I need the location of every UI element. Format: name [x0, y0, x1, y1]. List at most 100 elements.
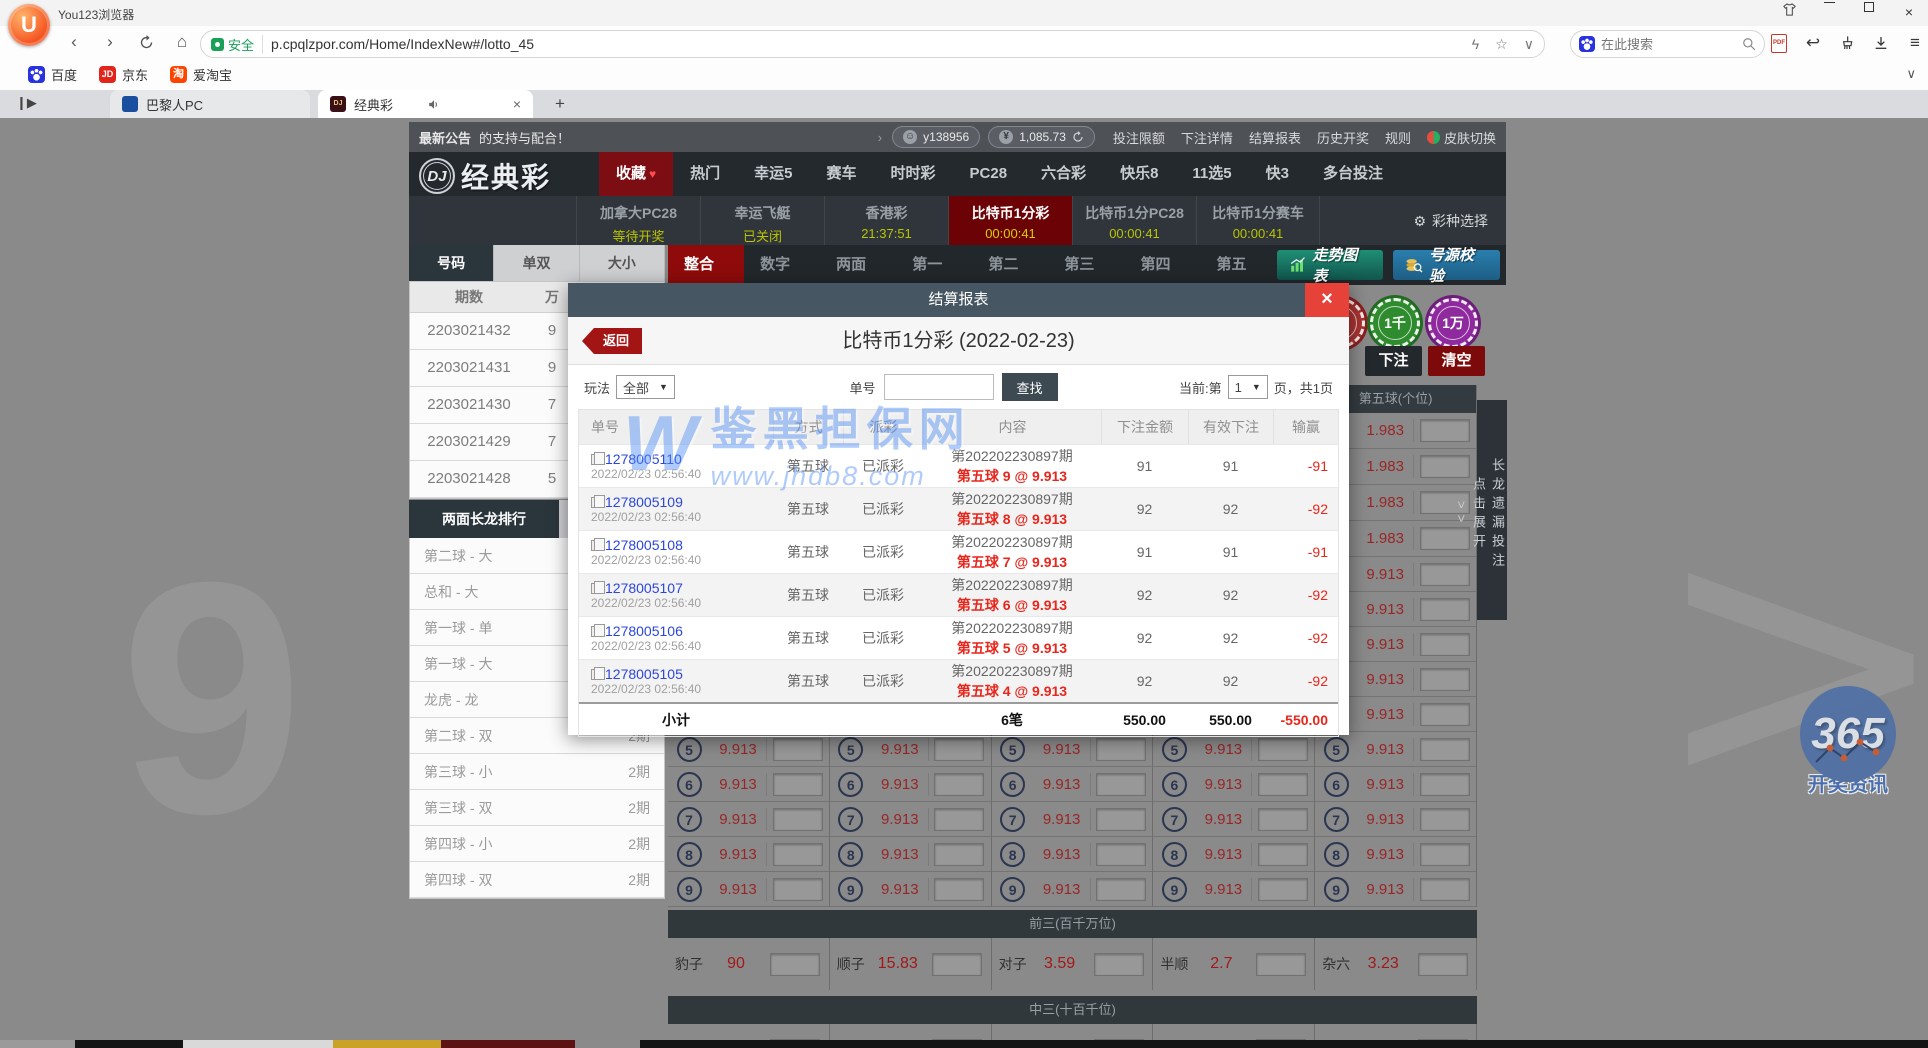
order-id-link[interactable]: 1278005105: [605, 666, 683, 682]
tab-dragon-rank[interactable]: 两面长龙排行: [409, 500, 559, 538]
trend-chart-button[interactable]: 走势图表: [1277, 250, 1384, 280]
odds-value[interactable]: 9.913: [1195, 776, 1251, 793]
tab-audio-icon[interactable]: [427, 98, 440, 111]
odds-value[interactable]: 3.23: [1357, 955, 1409, 973]
dragon-row[interactable]: 第四球 - 小2期: [410, 826, 664, 862]
order-id-link[interactable]: 1278005108: [605, 537, 683, 553]
odds-value[interactable]: 9.913: [872, 811, 928, 828]
sidebar-tab-3[interactable]: 大小: [580, 245, 665, 281]
board-tab-1[interactable]: 整合盘: [668, 245, 744, 285]
home-icon[interactable]: ⌂: [168, 29, 196, 57]
bet-amount-input[interactable]: [1420, 527, 1470, 550]
forward-icon[interactable]: ›: [96, 29, 124, 57]
topbar-link[interactable]: 规则: [1385, 128, 1411, 147]
board-tab-8[interactable]: 第五球: [1201, 245, 1277, 285]
dragon-row[interactable]: 第三球 - 小2期: [410, 754, 664, 790]
bet-amount-input[interactable]: [1096, 773, 1146, 796]
chip-10k[interactable]: 1万: [1428, 298, 1478, 348]
menu-icon[interactable]: ≡: [1904, 31, 1926, 55]
odds-value[interactable]: 9.913: [1357, 671, 1413, 688]
odds-value[interactable]: 9.913: [1195, 881, 1251, 898]
odds-value[interactable]: 9.913: [1195, 741, 1251, 758]
lottery-select-button[interactable]: ⚙ 彩种选择: [1413, 211, 1488, 231]
lottery-tile-5[interactable]: 比特币1分PC2800:00:41: [1072, 196, 1196, 245]
nav-item-10[interactable]: 快3: [1249, 152, 1306, 196]
search-box[interactable]: [1570, 30, 1765, 58]
lottery-tile-4[interactable]: 比特币1分彩00:00:41: [948, 196, 1072, 245]
odds-value[interactable]: 9.913: [1357, 741, 1413, 758]
board-tab-5[interactable]: 第二球: [972, 245, 1048, 285]
bet-amount-input[interactable]: [1420, 598, 1470, 621]
new-tab-button[interactable]: +: [548, 93, 572, 117]
sidebar-tab-2[interactable]: 单双: [494, 245, 579, 281]
topbar-link[interactable]: 结算报表: [1249, 128, 1301, 147]
source-verify-button[interactable]: 号源校验: [1393, 250, 1500, 280]
bet-amount-input[interactable]: [1420, 773, 1470, 796]
bet-amount-input[interactable]: [773, 773, 823, 796]
bet-amount-input[interactable]: [1420, 808, 1470, 831]
odds-value[interactable]: 9.913: [872, 741, 928, 758]
bookmark-baidu[interactable]: 百度: [28, 65, 77, 84]
bet-amount-input[interactable]: [1420, 455, 1470, 478]
odds-value[interactable]: 9.913: [1195, 846, 1251, 863]
bet-amount-input[interactable]: [1258, 808, 1308, 831]
odds-value[interactable]: 1.983: [1357, 530, 1413, 547]
bet-amount-input[interactable]: [1258, 773, 1308, 796]
nav-item-7[interactable]: 六合彩: [1024, 152, 1103, 196]
bet-button[interactable]: 下注: [1365, 346, 1422, 376]
odds-value[interactable]: 9.913: [1357, 566, 1413, 583]
bet-amount-input[interactable]: [1420, 843, 1470, 866]
order-input[interactable]: [884, 374, 994, 400]
bet-amount-input[interactable]: [1258, 843, 1308, 866]
bet-amount-input[interactable]: [1096, 843, 1146, 866]
bet-amount-input[interactable]: [1096, 808, 1146, 831]
skin-icon[interactable]: [1776, 2, 1802, 22]
back-button[interactable]: 返回: [582, 328, 642, 354]
odds-value[interactable]: 90: [710, 955, 762, 973]
tab-close-icon[interactable]: ×: [513, 96, 521, 112]
bookmark-jd[interactable]: JD京东: [99, 65, 148, 84]
bookmark-star-icon[interactable]: ☆: [1495, 36, 1508, 53]
nav-item-4[interactable]: 赛车: [810, 152, 874, 196]
odds-value[interactable]: 3.59: [1034, 955, 1086, 973]
lottery-tile-2[interactable]: 幸运飞艇已关闭: [700, 196, 824, 245]
topbar-link[interactable]: 下注详情: [1181, 128, 1233, 147]
dragon-row[interactable]: 第三球 - 双2期: [410, 790, 664, 826]
odds-value[interactable]: 9.913: [1357, 846, 1413, 863]
bet-amount-input[interactable]: [1420, 703, 1470, 726]
bet-amount-input[interactable]: [1094, 953, 1144, 976]
nav-item-8[interactable]: 快乐8: [1103, 152, 1175, 196]
odds-value[interactable]: 9.913: [872, 846, 928, 863]
nav-item-1[interactable]: 收藏♥: [599, 152, 673, 196]
clear-button[interactable]: 清空: [1428, 346, 1485, 376]
bet-amount-input[interactable]: [770, 953, 820, 976]
bet-amount-input[interactable]: [1420, 419, 1470, 442]
bet-amount-input[interactable]: [1258, 738, 1308, 761]
lottery-tile-6[interactable]: 比特币1分赛车00:00:41: [1196, 196, 1320, 245]
bet-amount-input[interactable]: [1420, 668, 1470, 691]
browser-logo-icon[interactable]: U: [8, 4, 50, 46]
nav-item-11[interactable]: 多台投注: [1306, 152, 1400, 196]
copy-icon[interactable]: [591, 454, 600, 465]
refresh-icon[interactable]: [132, 29, 160, 57]
odds-value[interactable]: 1.983: [1357, 494, 1413, 511]
back-icon[interactable]: ‹: [60, 29, 88, 57]
bet-amount-input[interactable]: [934, 738, 984, 761]
odds-value[interactable]: 9.913: [1357, 881, 1413, 898]
minimize-button[interactable]: [1816, 2, 1842, 22]
bet-amount-input[interactable]: [1096, 738, 1146, 761]
bet-amount-input[interactable]: [1096, 878, 1146, 901]
bet-amount-input[interactable]: [1420, 633, 1470, 656]
board-tab-2[interactable]: 数字盘: [744, 245, 820, 285]
bet-amount-input[interactable]: [1256, 953, 1306, 976]
url-text[interactable]: p.cpqlzpor.com/Home/IndexNew#/lotto_45: [271, 36, 1472, 52]
search-input[interactable]: [1601, 37, 1736, 52]
odds-value[interactable]: 9.913: [1357, 636, 1413, 653]
search-button[interactable]: 查找: [1002, 373, 1058, 401]
sidebar-tab-1[interactable]: 号码: [409, 245, 494, 281]
lightning-icon[interactable]: ϟ: [1472, 36, 1479, 52]
url-chevron-icon[interactable]: ∨: [1524, 36, 1534, 53]
board-tab-6[interactable]: 第三球: [1048, 245, 1124, 285]
odds-value[interactable]: 9.913: [710, 741, 766, 758]
odds-value[interactable]: 1.983: [1357, 422, 1413, 439]
